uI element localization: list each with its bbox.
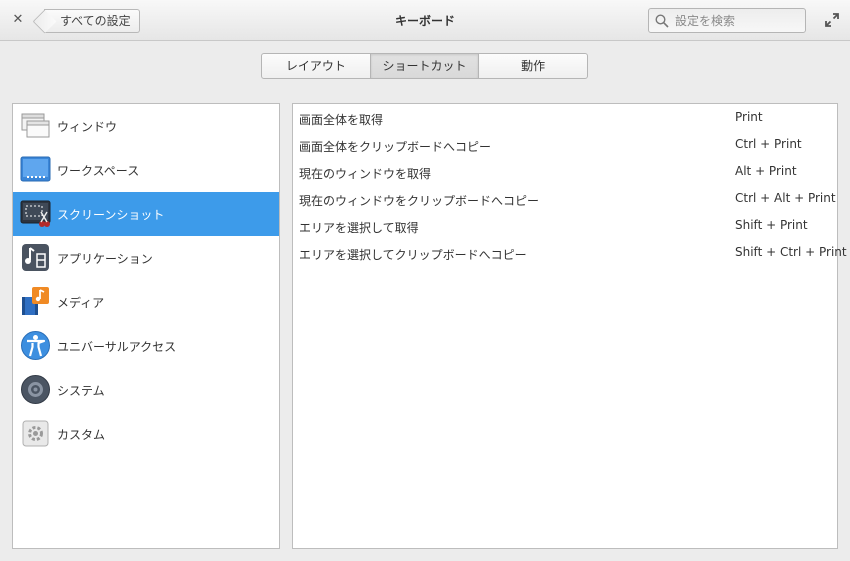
- sidebar-item-label: システム: [57, 384, 105, 398]
- shortcut-row[interactable]: 現在のウィンドウをクリップボードへコピー Ctrl + Alt + Print: [293, 185, 837, 212]
- sidebar-item-label: スクリーンショット: [57, 208, 165, 222]
- sidebar-item-media[interactable]: メディア: [13, 280, 279, 324]
- custom-icon: [22, 420, 49, 447]
- sidebar-item-label: アプリケーション: [57, 252, 153, 266]
- sidebar-item-window[interactable]: ウィンドウ: [13, 104, 279, 148]
- shortcut-list: 画面全体を取得 Print 画面全体をクリップボードへコピー Ctrl + Pr…: [292, 103, 847, 549]
- shortcut-name: エリアを選択してクリップボードへコピー: [299, 248, 527, 262]
- tab-shortcuts[interactable]: ショートカット: [370, 54, 480, 78]
- media-icon: [22, 287, 49, 315]
- shortcut-keys[interactable]: Ctrl + Alt + Print: [735, 191, 836, 205]
- sidebar-item-system[interactable]: システム: [13, 368, 279, 412]
- shortcut-name: 現在のウィンドウを取得: [299, 167, 432, 181]
- shortcut-name: 現在のウィンドウをクリップボードへコピー: [299, 194, 540, 208]
- window-icon: [21, 113, 50, 138]
- window-title: キーボード: [394, 14, 455, 28]
- shortcut-row[interactable]: エリアを選択してクリップボードへコピー Shift + Ctrl + Print: [293, 239, 847, 266]
- shortcut-row[interactable]: エリアを選択して取得 Shift + Print: [293, 212, 837, 239]
- maximize-icon[interactable]: [824, 12, 840, 28]
- close-icon: ✕: [12, 12, 24, 27]
- screenshot-icon: [20, 200, 51, 227]
- sidebar-item-custom[interactable]: カスタム: [13, 412, 279, 456]
- sidebar-item-label: ウィンドウ: [57, 120, 118, 134]
- tab-bar: レイアウト ショートカット 動作: [261, 53, 588, 79]
- shortcut-keys[interactable]: Alt + Print: [735, 164, 797, 178]
- search-box[interactable]: [648, 8, 806, 33]
- sidebar-item-accessibility[interactable]: ユニバーサルアクセス: [13, 324, 279, 368]
- shortcut-keys[interactable]: Ctrl + Print: [735, 137, 802, 151]
- shortcut-keys[interactable]: Shift + Print: [735, 218, 808, 232]
- sidebar-item-label: メディア: [57, 296, 105, 310]
- shortcut-name: エリアを選択して取得: [299, 221, 419, 235]
- sidebar-item-label: ユニバーサルアクセス: [57, 340, 177, 354]
- sidebar-item-screenshot[interactable]: スクリーンショット: [13, 192, 279, 236]
- shortcut-row[interactable]: 現在のウィンドウを取得 Alt + Print: [293, 158, 837, 185]
- applications-icon: [22, 244, 49, 271]
- sidebar-item-label: ワークスペース: [57, 164, 140, 178]
- sidebar-item-applications[interactable]: アプリケーション: [13, 236, 279, 280]
- sidebar-item-label: カスタム: [57, 428, 106, 442]
- back-button-label: すべての設定: [60, 14, 131, 28]
- back-button[interactable]: すべての設定: [44, 9, 140, 33]
- tab-behavior[interactable]: 動作: [479, 54, 587, 78]
- shortcut-name: 画面全体をクリップボードへコピー: [299, 140, 492, 154]
- shortcut-name: 画面全体を取得: [299, 113, 384, 127]
- tab-layout[interactable]: レイアウト: [262, 54, 371, 78]
- header-bar: ✕ すべての設定 キーボード: [0, 0, 850, 41]
- search-icon: [655, 14, 669, 28]
- shortcut-row[interactable]: 画面全体をクリップボードへコピー Ctrl + Print: [293, 131, 837, 158]
- search-input[interactable]: [675, 12, 801, 29]
- close-button[interactable]: ✕: [10, 12, 26, 28]
- sidebar-item-workspace[interactable]: ワークスペース: [13, 148, 279, 192]
- accessibility-icon: [21, 331, 50, 360]
- system-icon: [21, 375, 50, 404]
- shortcut-keys[interactable]: Shift + Ctrl + Print: [735, 245, 847, 259]
- shortcut-category-list: ウィンドウ ワークスペース スクリーンショット アプリケーション メディア ユニ…: [12, 103, 280, 549]
- workspace-icon: [20, 156, 51, 182]
- shortcut-row[interactable]: 画面全体を取得 Print: [293, 104, 837, 131]
- shortcut-keys[interactable]: Print: [735, 110, 763, 124]
